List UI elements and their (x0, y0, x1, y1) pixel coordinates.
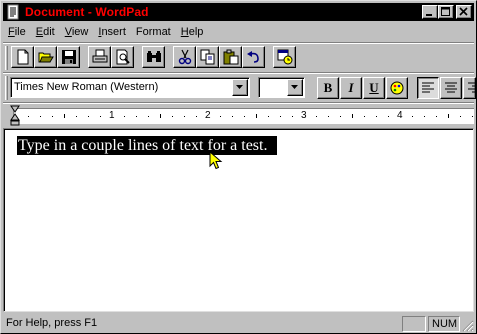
maximize-icon (441, 7, 450, 16)
paste-icon (223, 49, 239, 65)
menu-insert[interactable]: Insert (93, 23, 131, 41)
selected-text[interactable]: Type in a couple lines of text for a tes… (17, 136, 278, 155)
ruler[interactable]: 1 2 3 4 (3, 104, 474, 128)
status-bar: For Help, press F1 NUM (3, 314, 474, 332)
minimize-button[interactable] (422, 5, 438, 19)
mouse-pointer-icon (209, 151, 223, 170)
find-button[interactable] (142, 46, 165, 68)
copy-icon (200, 49, 215, 65)
menu-bar: File Edit View Insert Format Help (3, 22, 474, 42)
wordpad-window: Document - WordPad File Edit View Insert… (0, 0, 477, 334)
ruler-label-3: 3 (301, 110, 307, 121)
menu-view[interactable]: View (60, 23, 94, 41)
chevron-down-icon (236, 85, 243, 89)
align-left-icon (422, 82, 434, 93)
save-icon (62, 50, 76, 64)
status-panel-empty (402, 316, 426, 332)
toolbar-separator (3, 72, 474, 74)
font-name-value: Times New Roman (Western) (14, 81, 159, 93)
chevron-down-icon (291, 85, 298, 89)
date-time-button[interactable] (273, 46, 296, 68)
align-right-icon (468, 82, 475, 93)
print-preview-icon (116, 49, 130, 65)
undo-icon (247, 51, 259, 63)
menu-edit[interactable]: Edit (31, 23, 60, 41)
ruler-label-1: 1 (109, 110, 115, 121)
print-preview-button[interactable] (111, 46, 134, 68)
font-size-dropdown-button[interactable] (287, 79, 303, 96)
new-button[interactable] (11, 46, 34, 68)
menu-format[interactable]: Format (131, 23, 176, 41)
close-button[interactable] (456, 5, 472, 19)
standard-toolbar (5, 45, 474, 71)
maximize-button[interactable] (438, 5, 454, 19)
open-button[interactable] (34, 46, 57, 68)
indent-marker-icon[interactable] (10, 104, 20, 128)
copy-button[interactable] (196, 46, 219, 68)
new-icon (17, 49, 29, 65)
resize-grip-icon[interactable] (462, 320, 474, 332)
minimize-icon (426, 14, 432, 16)
paste-button[interactable] (219, 46, 242, 68)
cut-icon (178, 49, 192, 65)
align-left-button[interactable] (417, 77, 439, 99)
ruler-strip: 1 2 3 4 (13, 108, 474, 124)
font-name-dropdown-button[interactable] (232, 79, 248, 96)
status-message: For Help, press F1 (6, 317, 98, 329)
open-icon (38, 52, 54, 63)
align-right-button[interactable] (463, 77, 476, 99)
ruler-label-4: 4 (397, 110, 403, 121)
print-button[interactable] (88, 46, 111, 68)
underline-button[interactable]: U (363, 77, 385, 99)
font-size-combo[interactable] (258, 77, 305, 98)
menu-file[interactable]: File (3, 23, 31, 41)
window-title: Document - WordPad (25, 5, 149, 19)
wordpad-app-icon[interactable] (5, 4, 21, 20)
italic-button[interactable]: I (340, 77, 362, 99)
title-bar[interactable]: Document - WordPad (3, 3, 474, 21)
format-bar: Times New Roman (Western) B I U (5, 75, 476, 101)
find-icon (147, 51, 161, 62)
date-time-icon (277, 49, 293, 65)
ruler-label-2: 2 (205, 110, 211, 121)
document-area[interactable]: Type in a couple lines of text for a tes… (3, 128, 474, 312)
bold-button[interactable]: B (317, 77, 339, 99)
close-icon (459, 7, 468, 16)
color-icon (390, 81, 404, 95)
toolbar-grip[interactable] (5, 46, 8, 70)
num-lock-indicator: NUM (428, 316, 460, 332)
menu-separator (3, 42, 474, 44)
print-icon (92, 49, 108, 63)
cut-button[interactable] (173, 46, 196, 68)
font-name-combo[interactable]: Times New Roman (Western) (10, 77, 250, 98)
formatbar-grip[interactable] (5, 76, 8, 100)
color-button[interactable] (386, 77, 408, 99)
undo-button[interactable] (242, 46, 265, 68)
menu-help[interactable]: Help (176, 23, 209, 41)
align-center-button[interactable] (440, 77, 462, 99)
save-button[interactable] (57, 46, 80, 68)
align-center-icon (445, 82, 457, 93)
